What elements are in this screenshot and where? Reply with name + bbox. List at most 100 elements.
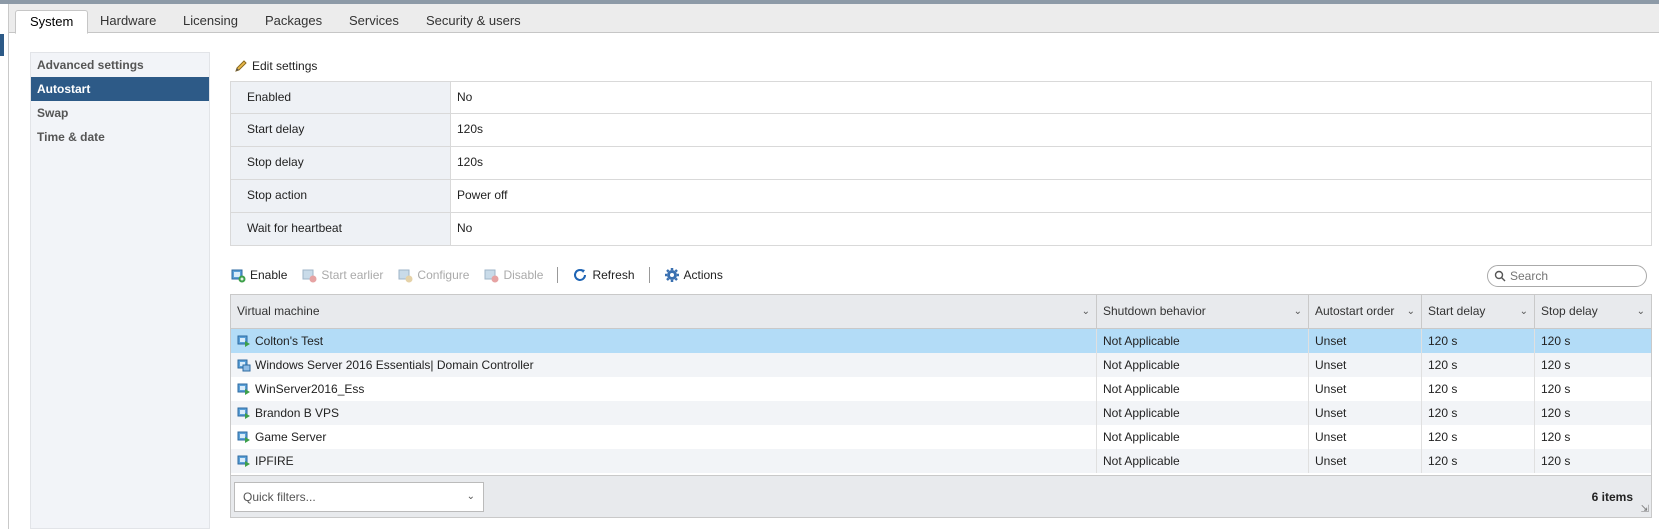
vm-cell: Game Server: [231, 425, 1097, 449]
vm-cell: Brandon B VPS: [231, 401, 1097, 425]
shutdown-cell: Not Applicable: [1097, 401, 1309, 425]
search-box: [1487, 265, 1647, 287]
property-key: Stop delay: [231, 147, 451, 179]
autostart-vm-grid: Virtual machine ⌄ Shutdown behavior ⌄ Auto…: [230, 294, 1652, 518]
chevron-down-icon: ⌄: [1081, 306, 1090, 317]
vm-name: IPFIRE: [255, 454, 294, 468]
vm-cell: Colton's Test: [231, 329, 1097, 353]
sidenav-item-swap[interactable]: Swap: [31, 101, 209, 125]
vm-name: WinServer2016_Ess: [255, 382, 365, 396]
configure-label: Configure: [417, 268, 470, 282]
search-input[interactable]: [1510, 269, 1640, 283]
start-earlier-icon: [302, 269, 317, 283]
left-edge-marker: [0, 34, 4, 56]
order-cell: Unset: [1309, 449, 1422, 473]
refresh-label: Refresh: [592, 268, 635, 282]
tab-hardware[interactable]: Hardware: [86, 10, 170, 34]
property-row: Stop delay 120s: [230, 147, 1652, 180]
property-row: Stop action Power off: [230, 180, 1652, 213]
shutdown-cell: Not Applicable: [1097, 377, 1309, 401]
enable-vm-icon: [231, 269, 246, 283]
property-value: No: [451, 213, 1651, 245]
tab-packages[interactable]: Packages: [251, 10, 336, 34]
grid-body: Colton's Test Not Applicable Unset 120 s…: [231, 329, 1651, 473]
pencil-icon: [235, 60, 247, 72]
quick-filters-dropdown[interactable]: Quick filters... ⌄: [234, 482, 484, 512]
table-row[interactable]: Brandon B VPS Not Applicable Unset 120 s…: [231, 401, 1651, 425]
disable-vm-icon: [484, 269, 499, 283]
edit-settings-label: Edit settings: [252, 59, 318, 73]
start-earlier-button[interactable]: Start earlier: [301, 267, 383, 283]
column-header-virtual-machine[interactable]: Virtual machine ⌄: [231, 295, 1097, 328]
configure-button[interactable]: Configure: [397, 267, 469, 283]
shutdown-cell: Not Applicable: [1097, 329, 1309, 353]
grid-header: Virtual machine ⌄ Shutdown behavior ⌄ Auto…: [231, 295, 1651, 329]
quick-filters-label: Quick filters...: [243, 490, 316, 504]
start-earlier-label: Start earlier: [321, 268, 384, 282]
tab-licensing[interactable]: Licensing: [169, 10, 252, 34]
chevron-down-icon: ⌄: [1406, 306, 1415, 317]
actions-button[interactable]: Actions: [664, 267, 723, 283]
column-header-label: Stop delay: [1541, 304, 1598, 318]
column-header-label: Virtual machine: [237, 304, 320, 318]
table-row[interactable]: Colton's Test Not Applicable Unset 120 s…: [231, 329, 1651, 353]
vm-cell: IPFIRE: [231, 449, 1097, 473]
vm-cell: Windows Server 2016 Essentials| Domain C…: [231, 353, 1097, 377]
property-key: Stop action: [231, 180, 451, 212]
column-header-label: Shutdown behavior: [1103, 304, 1206, 318]
stop-delay-cell: 120 s: [1541, 454, 1571, 468]
chevron-down-icon: ⌄: [1636, 306, 1645, 317]
tab-system[interactable]: System: [15, 10, 89, 34]
search-icon: [1494, 270, 1506, 282]
vm-cell: WinServer2016_Ess: [231, 377, 1097, 401]
actions-label: Actions: [683, 268, 723, 282]
tab-services[interactable]: Services: [335, 10, 413, 34]
start-delay-cell: 120 s: [1422, 377, 1535, 401]
start-delay-cell: 120 s: [1422, 449, 1535, 473]
property-value: 120s: [451, 114, 1651, 146]
table-row[interactable]: Windows Server 2016 Essentials| Domain C…: [231, 353, 1651, 377]
column-header-stop-delay[interactable]: Stop delay ⌄: [1535, 295, 1651, 328]
stop-delay-cell: 120 s: [1541, 358, 1571, 372]
order-cell: Unset: [1309, 353, 1422, 377]
refresh-button[interactable]: Refresh: [572, 267, 635, 283]
tab-security-users[interactable]: Security & users: [412, 10, 535, 34]
vm-name: Brandon B VPS: [255, 406, 340, 420]
configure-icon: [398, 269, 413, 283]
grid-footer: Quick filters... ⌄ 6 items ⇲: [231, 475, 1651, 517]
column-header-label: Autostart order: [1315, 304, 1395, 318]
table-row[interactable]: IPFIRE Not Applicable Unset 120 s 120 s: [231, 449, 1651, 473]
chevron-down-icon: ⌄: [466, 491, 475, 502]
property-key: Wait for heartbeat: [231, 213, 451, 245]
sidenav-item-autostart[interactable]: Autostart: [31, 77, 209, 101]
shutdown-cell: Not Applicable: [1097, 353, 1309, 377]
order-cell: Unset: [1309, 377, 1422, 401]
property-row: Start delay 120s: [230, 114, 1652, 147]
stop-delay-cell: 120 s: [1541, 406, 1571, 420]
enable-button[interactable]: Enable: [230, 267, 287, 283]
vm-powered-on-icon: [237, 335, 250, 347]
item-count: 6 items: [1591, 490, 1633, 504]
resize-handle-icon[interactable]: ⇲: [1641, 504, 1649, 515]
edit-settings-button[interactable]: Edit settings: [234, 57, 317, 75]
chevron-down-icon: ⌄: [1519, 306, 1528, 317]
table-row[interactable]: Game Server Not Applicable Unset 120 s 1…: [231, 425, 1651, 449]
stop-delay-cell: 120 s: [1541, 430, 1571, 444]
vm-name: Game Server: [255, 430, 327, 444]
property-key: Enabled: [231, 82, 451, 113]
toolbar-separator: [648, 267, 650, 283]
vm-name: Windows Server 2016 Essentials| Domain C…: [255, 358, 534, 372]
table-row[interactable]: WinServer2016_Ess Not Applicable Unset 1…: [231, 377, 1651, 401]
vm-name: Colton's Test: [255, 334, 324, 348]
autostart-properties: Enabled No Start delay 120s Stop delay 120s…: [230, 81, 1652, 246]
disable-button[interactable]: Disable: [483, 267, 543, 283]
vm-powered-on-icon: [237, 383, 250, 395]
property-row: Enabled No: [230, 81, 1652, 114]
stop-delay-cell: 120 s: [1541, 382, 1571, 396]
sidenav-item-advanced-settings[interactable]: Advanced settings: [31, 53, 209, 77]
start-delay-cell: 120 s: [1422, 401, 1535, 425]
column-header-start-delay[interactable]: Start delay ⌄: [1422, 295, 1535, 328]
column-header-autostart-order[interactable]: Autostart order ⌄: [1309, 295, 1422, 328]
sidenav-item-time-date[interactable]: Time & date: [31, 125, 209, 149]
column-header-shutdown-behavior[interactable]: Shutdown behavior ⌄: [1097, 295, 1309, 328]
